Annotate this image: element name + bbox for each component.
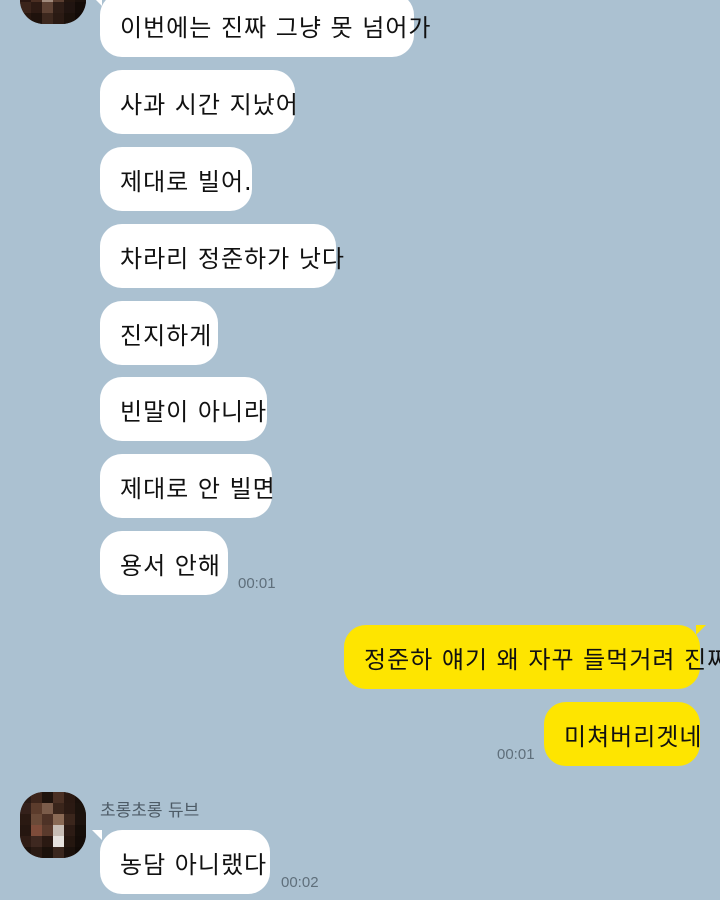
message-bubble[interactable]: 빈말이 아니라 <box>100 377 267 441</box>
message-bubble[interactable]: 진지하게 <box>100 301 218 365</box>
sender-name: 초롱초롱 듀브 <box>100 801 200 821</box>
message-bubble[interactable]: 농담 아니랬다 <box>100 830 270 894</box>
message-bubble[interactable]: 이번에는 진짜 그냥 못 넘어가 <box>100 0 430 57</box>
avatar[interactable] <box>20 792 86 858</box>
bubble-tail <box>92 830 102 840</box>
message-timestamp: 00:01 <box>238 575 276 592</box>
message-bubble[interactable]: 제대로 빌어. <box>100 147 252 211</box>
message-timestamp: 00:02 <box>281 874 319 891</box>
my-message-bubble[interactable]: 미쳐버리겟네 <box>544 702 701 766</box>
my-message-bubble[interactable]: 정준하 얘기 왜 자꾸 들먹거려 진짜 <box>344 625 720 689</box>
bubble-tail <box>696 625 706 635</box>
message-bubble[interactable]: 차라리 정준하가 낫다 <box>100 224 344 288</box>
message-bubble[interactable]: 제대로 안 빌면 <box>100 454 275 518</box>
avatar[interactable] <box>20 0 86 24</box>
bubble-tail <box>92 0 102 6</box>
message-bubble[interactable]: 용서 안해 <box>100 531 228 595</box>
message-timestamp: 00:01 <box>497 746 535 763</box>
message-bubble[interactable]: 사과 시간 지났어 <box>100 70 298 134</box>
